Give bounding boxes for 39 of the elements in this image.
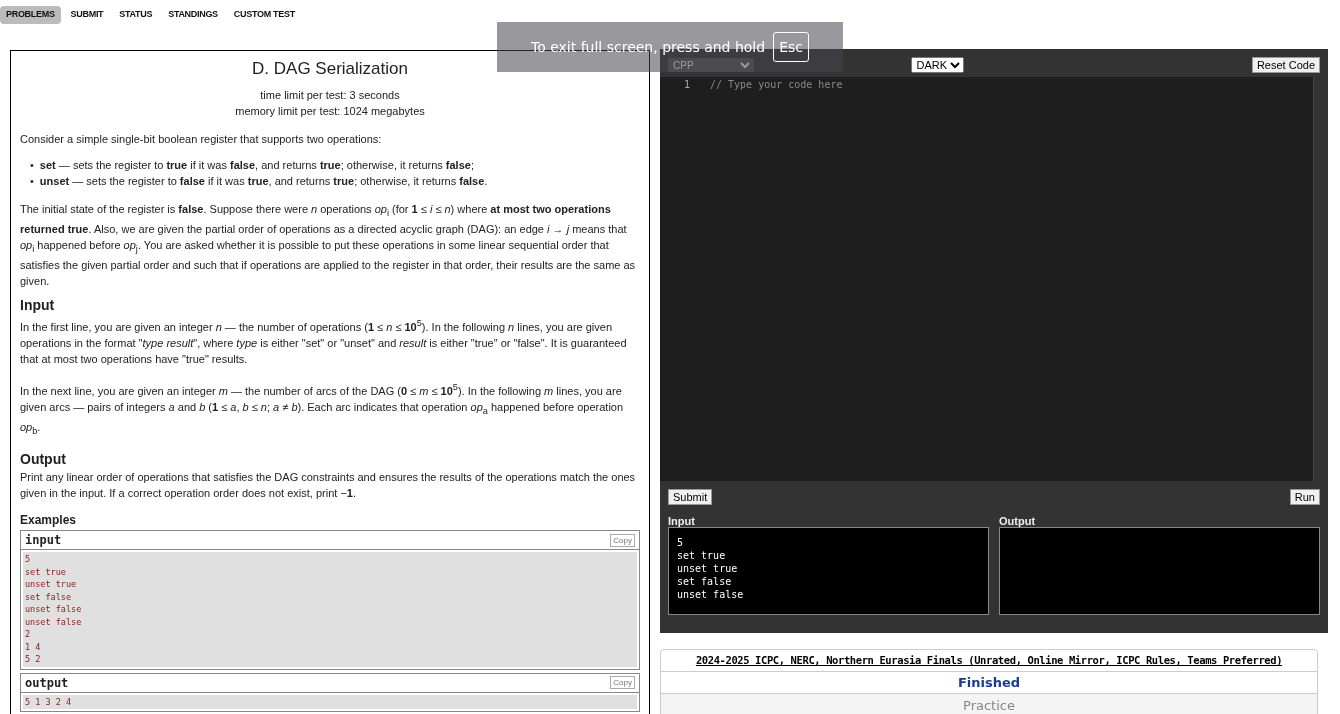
code-comment: // Type your code here <box>710 79 843 90</box>
nav-tab[interactable]: STATUS <box>113 6 159 24</box>
list-item: unset — sets the register to false if it was true, and returns true; otherwise, it returns false. <box>39 174 488 189</box>
line-number: 1 <box>682 79 690 90</box>
sample-text: 5 1 3 2 4 <box>23 694 637 710</box>
problem-title: D. DAG Serialization <box>251 59 409 79</box>
sample-text: 5 set true unset true set false unset false unset false 2 1 4 5 2 <box>23 552 637 667</box>
submit-button[interactable]: Submit <box>668 489 713 505</box>
input-specification: In the first line, you are given an integer n — the number of operations (1 ≤ n ≤ 10$^{5}$). In the following n lines, you are given operations in the format "type result", where type is either "set" or "unset" and result is either "true" or "false". It is guaranteed that at most two operations have "true" results. <box>20 317 628 368</box>
reset-code-button[interactable]: Reset Code <box>1251 57 1320 73</box>
copy-button[interactable]: Copy <box>610 676 635 690</box>
sample-title: input <box>25 533 62 548</box>
output-specification: Print any linear order of operations that satisfies the DAG constraints and ensures the results of the operations match the ones given in the input. If a correct operation order does not exist, print −1. <box>20 470 637 502</box>
bullet: • <box>30 174 34 189</box>
nav-tab[interactable]: PROBLEMS <box>0 6 61 24</box>
contest-link[interactable]: 2024-2025 ICPC, NERC, Northern Eurasia Finals (Unrated, Online Mirror, ICPC Rules, Teams Preferred) <box>661 650 1317 672</box>
copy-button[interactable]: Copy <box>610 533 635 547</box>
nav-tab[interactable]: STANDINGS <box>162 6 224 24</box>
input-label: Input <box>668 515 696 527</box>
run-button[interactable]: Run <box>1289 489 1320 505</box>
input-specification: In the next line, you are given an integer m — the number of arcs of the DAG (0 ≤ m ≤ 10$^{5}$). In the following m lines, you are given arcs — pairs of integers a and b (1 ≤ a, b ≤ n; a ≠ b). Each arc indicates that operation op$_{a}$ happened before operation op$_{b}$. <box>20 381 625 439</box>
sample-title: output <box>25 675 69 690</box>
theme-select[interactable]: DARK <box>911 57 965 73</box>
problem-statement: Consider a simple single-bit boolean register that supports two operations: <box>20 132 383 147</box>
time-limit: time limit per test: 3 seconds <box>259 88 401 103</box>
bullet: • <box>30 158 34 173</box>
code-editor[interactable]: 1 // Type your code here <box>660 77 1314 481</box>
section-title: Output <box>20 451 67 468</box>
output-label: Output <box>999 515 1037 527</box>
contest-phase: Practice <box>661 694 1317 714</box>
nav-tab[interactable]: CUSTOM TEST <box>227 6 301 24</box>
nav-tab[interactable]: SUBMIT <box>64 6 110 24</box>
section-title: Input <box>20 297 56 314</box>
memory-limit: memory limit per test: 1024 megabytes <box>234 104 426 119</box>
output-field[interactable] <box>999 527 1320 615</box>
list-item: set — sets the register to true if it was false, and returns true; otherwise, it returns false; <box>39 158 474 173</box>
section-title: Examples <box>20 513 78 528</box>
problem-statement: The initial state of the register is false. Suppose there were n operations op$_{i}$ (for 1 ≤ i ≤ n) where at most two operations returned true. Also, we are given the partial order of operations as a directed acyclic graph (DAG): an edge i → j means that op$_{i}$ happened before op$_{j}$. You are asked whether it is possible to put these operations in some linear sequential order that satisfies the given partial order and such that if operations are applied to the register in that order, their results are the same as given. <box>20 202 637 290</box>
input-field[interactable]: 5 set true unset true set false unset false <box>668 527 989 615</box>
